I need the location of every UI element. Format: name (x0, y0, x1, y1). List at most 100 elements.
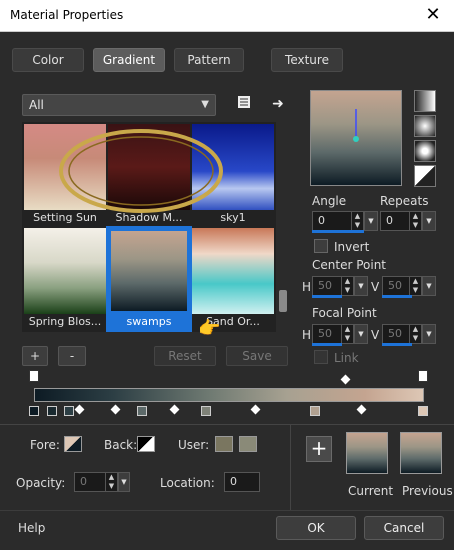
spin-arrows-icon[interactable]: ▲ ▼ (105, 473, 117, 491)
angle-dropdown-icon[interactable]: ▼ (364, 211, 378, 231)
category-dropdown-value: All (29, 98, 44, 112)
category-dropdown[interactable]: All ▼ (22, 94, 216, 116)
user-swatch-2[interactable] (239, 436, 257, 452)
cancel-button[interactable]: Cancel (364, 516, 444, 540)
color-midpoint-icon[interactable] (250, 404, 261, 415)
ok-button[interactable]: OK (276, 516, 356, 540)
spin-arrows-icon[interactable]: ▲ ▼ (409, 325, 421, 343)
angle-handle-icon[interactable] (311, 91, 401, 185)
repeats-dropdown-icon[interactable]: ▼ (422, 211, 436, 231)
tab-gradient[interactable]: Gradient (93, 48, 165, 72)
user-swatch-1[interactable] (215, 436, 233, 452)
color-stop-icon[interactable] (137, 406, 147, 416)
swatch-spring-blossom-image (24, 228, 106, 314)
remove-swatch-button[interactable]: - (58, 346, 86, 366)
radial-gradient-icon[interactable] (414, 165, 436, 187)
center-h-label: H (302, 280, 312, 294)
center-h-input[interactable]: 50 ▲ ▼ (312, 276, 354, 296)
focal-h-slider-bar[interactable] (312, 343, 342, 346)
link-label: Link (334, 351, 359, 365)
gradient-editor-bar[interactable] (34, 388, 424, 402)
repeats-input[interactable]: 0 ▲ ▼ (380, 211, 422, 231)
save-swatch-button[interactable]: Save (226, 346, 288, 366)
link-checkbox[interactable] (314, 350, 328, 364)
center-h-dropdown-icon[interactable]: ▼ (354, 276, 368, 296)
color-stop-icon[interactable] (64, 406, 74, 416)
swatch-scrollbar-thumb[interactable] (279, 290, 287, 312)
opacity-label: Opacity: (16, 476, 66, 490)
spin-arrows-icon[interactable]: ▲ ▼ (351, 212, 363, 230)
chevron-down-icon: ▼ (201, 99, 209, 110)
help-link[interactable]: Help (18, 521, 45, 535)
color-stop-icon[interactable] (29, 406, 39, 416)
tab-pattern[interactable]: Pattern (174, 48, 244, 72)
spin-arrows-icon[interactable]: ▲ ▼ (341, 325, 353, 343)
focal-v-label: V (371, 328, 380, 342)
opacity-dropdown-icon[interactable]: ▼ (118, 472, 130, 492)
gradient-list-icon[interactable] (234, 94, 254, 114)
previous-preview[interactable] (400, 432, 442, 474)
focal-h-value: 50 (318, 327, 332, 340)
focal-point-label: Focal Point (312, 306, 377, 320)
focal-h-dropdown-icon[interactable]: ▼ (354, 324, 368, 344)
focal-v-dropdown-icon[interactable]: ▼ (422, 324, 436, 344)
spin-arrows-icon[interactable]: ▲ ▼ (409, 277, 421, 295)
color-stop-icon[interactable] (47, 406, 57, 416)
close-icon[interactable]: ✕ (422, 4, 444, 26)
swatch-label: swamps (108, 314, 190, 330)
add-to-swatches-button[interactable]: + (306, 436, 332, 462)
reset-button[interactable]: Reset (154, 346, 216, 366)
color-stop-icon[interactable] (418, 406, 428, 416)
tab-texture[interactable]: Texture (271, 48, 343, 72)
color-stop-icon[interactable] (310, 406, 320, 416)
focal-v-input[interactable]: 50 ▲ ▼ (382, 324, 422, 344)
center-v-slider-bar[interactable] (382, 295, 412, 298)
fore-swatch[interactable] (64, 436, 82, 452)
back-swatch[interactable] (137, 436, 155, 452)
focal-h-label: H (302, 328, 312, 342)
swatch-spring-blossom[interactable]: Spring Blos... (24, 228, 106, 330)
center-point-label: Center Point (312, 258, 386, 272)
sunburst-gradient-icon[interactable] (414, 140, 436, 162)
swatch-swamps-image (108, 228, 190, 314)
invert-checkbox[interactable] (314, 239, 328, 253)
angle-input[interactable]: 0 ▲ ▼ (312, 211, 364, 231)
opacity-midpoint-icon[interactable] (340, 374, 351, 385)
linear-gradient-icon[interactable] (414, 90, 436, 112)
color-midpoint-icon[interactable] (356, 404, 367, 415)
repeats-value: 0 (386, 214, 393, 227)
vertical-divider (290, 424, 291, 510)
center-v-input[interactable]: 50 ▲ ▼ (382, 276, 422, 296)
gradient-swatch-grid: Setting Sun Shadow M... sky1 Spring Blos… (22, 122, 276, 332)
spin-arrows-icon[interactable]: ▲ ▼ (341, 277, 353, 295)
invert-label: Invert (334, 240, 370, 254)
spin-arrows-icon[interactable]: ▲ ▼ (409, 212, 421, 230)
color-stop-icon[interactable] (201, 406, 211, 416)
color-midpoint-icon[interactable] (74, 404, 85, 415)
focal-v-slider-bar[interactable] (382, 343, 412, 346)
gradient-preview (310, 90, 402, 186)
add-swatch-button[interactable]: + (22, 346, 48, 366)
rectangular-gradient-icon[interactable] (414, 115, 436, 137)
repeats-label: Repeats (380, 194, 429, 208)
center-v-value: 50 (388, 279, 402, 292)
swatch-label: Spring Blos... (28, 315, 102, 328)
swatch-sand-image (192, 228, 274, 314)
arrow-right-icon[interactable]: ➜ (268, 94, 288, 114)
opacity-stop-left-icon[interactable] (29, 370, 39, 382)
color-midpoint-icon[interactable] (169, 404, 180, 415)
angle-slider-bar[interactable] (312, 230, 364, 233)
swatch-sand[interactable]: Sand Or... (192, 228, 274, 330)
watermark-logo (59, 129, 223, 213)
center-h-slider-bar[interactable] (312, 295, 342, 298)
opacity-value: 0 (80, 475, 87, 488)
opacity-input[interactable]: 0 ▲ ▼ (74, 472, 118, 492)
location-input[interactable]: 0 (224, 472, 260, 492)
tab-color[interactable]: Color (12, 48, 84, 72)
opacity-stop-right-icon[interactable] (418, 370, 428, 382)
focal-h-input[interactable]: 50 ▲ ▼ (312, 324, 354, 344)
swatch-swamps[interactable]: swamps (106, 226, 192, 332)
center-h-value: 50 (318, 279, 332, 292)
center-v-dropdown-icon[interactable]: ▼ (422, 276, 436, 296)
color-midpoint-icon[interactable] (110, 404, 121, 415)
